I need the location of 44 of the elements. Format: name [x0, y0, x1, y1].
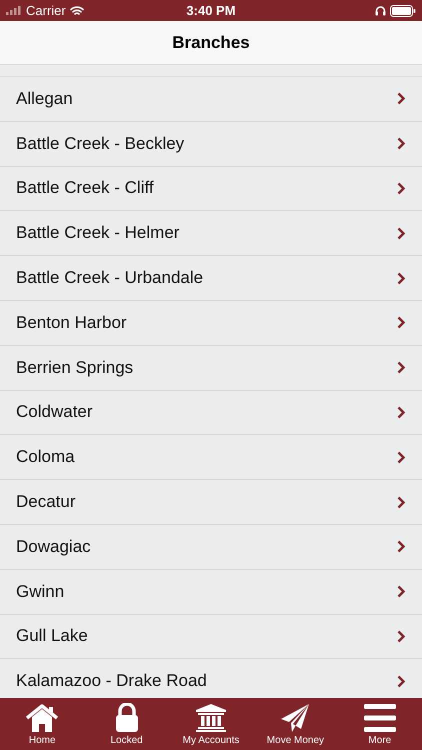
paper-plane-icon: [281, 704, 310, 732]
branch-item[interactable]: Coldwater: [0, 390, 422, 436]
branch-item[interactable]: Battle Creek - Urbandale: [0, 256, 422, 301]
page-title: Branches: [172, 32, 250, 52]
chevron-icon: [397, 182, 406, 195]
battery-icon: [390, 4, 416, 16]
wifi-icon: [70, 6, 84, 16]
bank-icon: [196, 704, 226, 732]
tab-item[interactable]: Home: [0, 698, 84, 750]
branch-item[interactable]: Coloma: [0, 435, 422, 480]
branch-item[interactable]: Battle Creek - Helmer: [0, 211, 422, 256]
chevron-icon: [397, 316, 406, 330]
branch-item[interactable]: Battle Creek - Cliff: [0, 166, 422, 212]
chevron-icon: [397, 92, 406, 106]
branch-item[interactable]: Decatur: [0, 480, 422, 525]
chevron-icon: [397, 674, 406, 688]
signal-icon: [6, 6, 22, 15]
tab-item[interactable]: More: [338, 698, 422, 750]
chevron-icon: [397, 272, 406, 285]
chevron-icon: [397, 496, 406, 509]
chevron-icon: [397, 540, 406, 554]
menu-icon: [364, 704, 396, 732]
branch-item[interactable]: Allegan: [0, 77, 422, 122]
chevron-icon: [397, 361, 406, 374]
home-icon: [25, 704, 60, 732]
tab-item[interactable]: Move Money: [253, 698, 338, 750]
chevron-icon: [397, 137, 406, 150]
branch-item[interactable]: Gull Lake: [0, 614, 422, 660]
branch-item[interactable]: Dowagiac: [0, 524, 422, 570]
status-time: 3:40 PM: [186, 3, 236, 18]
carrier-name: Carrier: [26, 3, 66, 18]
tab-item[interactable]: My Accounts: [168, 698, 254, 750]
chevron-icon: [397, 226, 406, 240]
chevron-icon: [397, 630, 406, 643]
chevron-icon: [397, 406, 406, 419]
lock-icon: [114, 703, 139, 732]
branch-item[interactable]: Berrien Springs: [0, 346, 422, 391]
chevron-icon: [397, 450, 406, 464]
branch-item[interactable]: Benton Harbor: [0, 300, 422, 346]
branch-item[interactable]: Battle Creek - Beckley: [0, 122, 422, 167]
chevron-icon: [397, 585, 406, 598]
tab-item[interactable]: Locked: [84, 698, 169, 750]
branch-item[interactable]: Gwinn: [0, 570, 422, 615]
headphones-icon: [375, 5, 386, 16]
